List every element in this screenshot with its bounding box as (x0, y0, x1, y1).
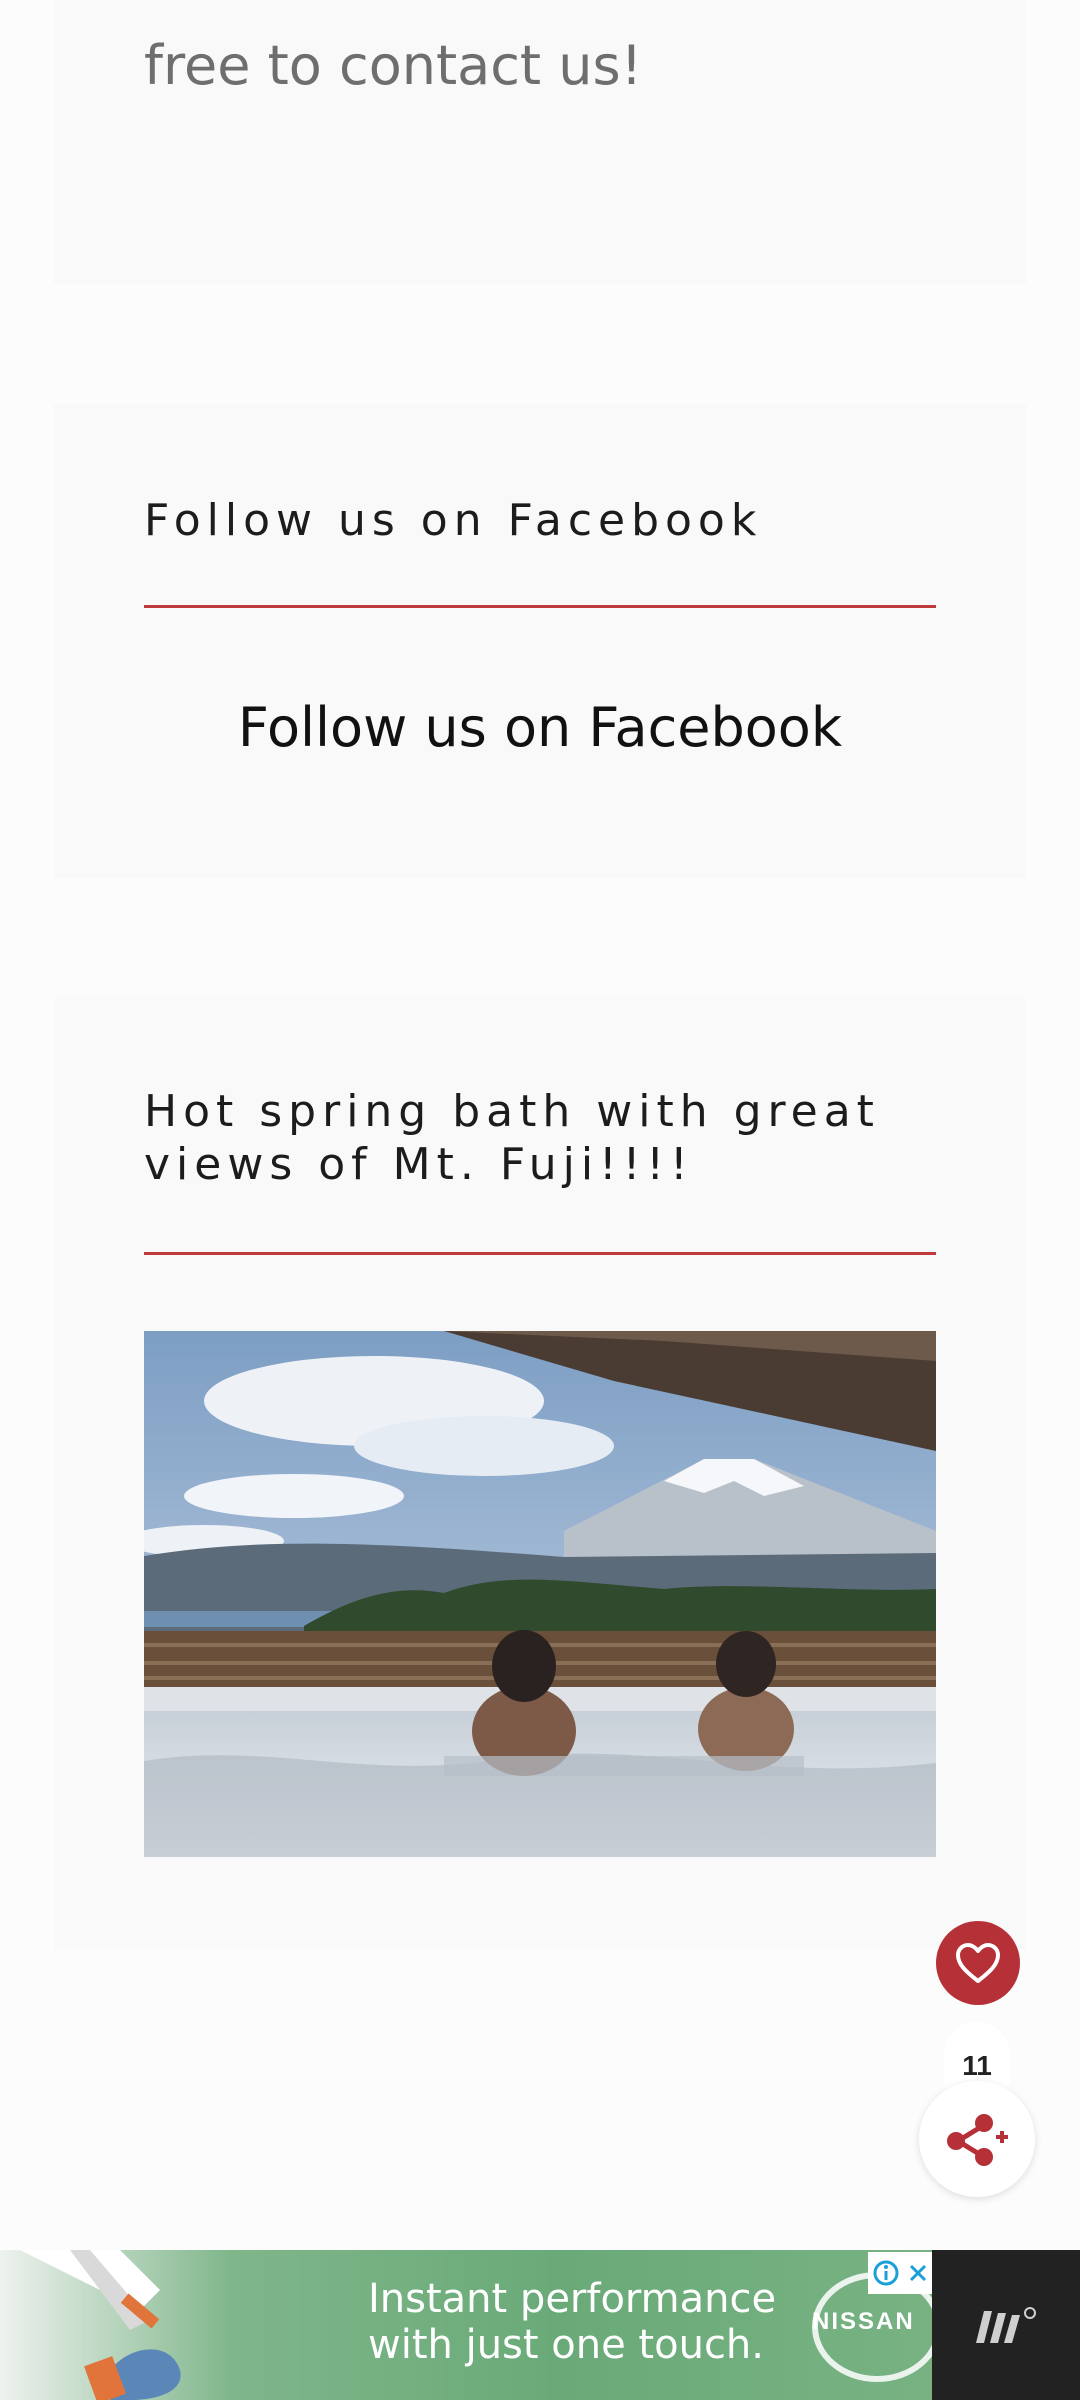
hot-spring-widget-title: Hot spring bath with great views of Mt. … (144, 1086, 880, 1190)
facebook-widget: Follow us on Facebook Follow us on Faceb… (54, 404, 1026, 878)
contact-text-line-2: free to contact us! (144, 34, 643, 97)
contact-text: and for further inquiries, feel free to … (144, 0, 944, 114)
ad-headline-line-2: with just one touch. (368, 2322, 764, 2368)
heart-icon (956, 1943, 1000, 1983)
contact-text-line-1: and for further inquiries, feel (144, 0, 944, 18)
hot-spring-widget: Hot spring bath with great views of Mt. … (54, 997, 1026, 1949)
ad-choices[interactable] (868, 2252, 932, 2294)
share-icon (947, 2114, 1008, 2166)
ad-brand-logo: NISSAN (812, 2308, 915, 2335)
contact-card: and for further inquiries, feel free to … (54, 0, 1026, 284)
share-button[interactable] (919, 2081, 1035, 2197)
close-icon[interactable] (908, 2263, 928, 2283)
info-icon[interactable] (872, 2259, 900, 2287)
hot-spring-widget-divider (144, 1252, 936, 1255)
hot-spring-photo-graphic (144, 1331, 936, 1857)
ad-network-logo-icon (976, 2307, 1036, 2343)
facebook-follow-link[interactable]: Follow us on Facebook (144, 696, 936, 759)
facebook-widget-title: Follow us on Facebook (144, 495, 763, 546)
hot-spring-photo[interactable] (144, 1331, 936, 1857)
ad-product-graphic (20, 2250, 181, 2400)
like-button[interactable] (936, 1921, 1020, 2005)
ad-banner[interactable]: Instant performance with just one touch.… (0, 2250, 932, 2400)
ad-network-badge[interactable] (932, 2250, 1080, 2400)
ad-headline-line-1: Instant performance (368, 2276, 777, 2322)
ad-headline: Instant performance with just one touch. (368, 2276, 776, 2368)
facebook-widget-divider (144, 605, 936, 608)
